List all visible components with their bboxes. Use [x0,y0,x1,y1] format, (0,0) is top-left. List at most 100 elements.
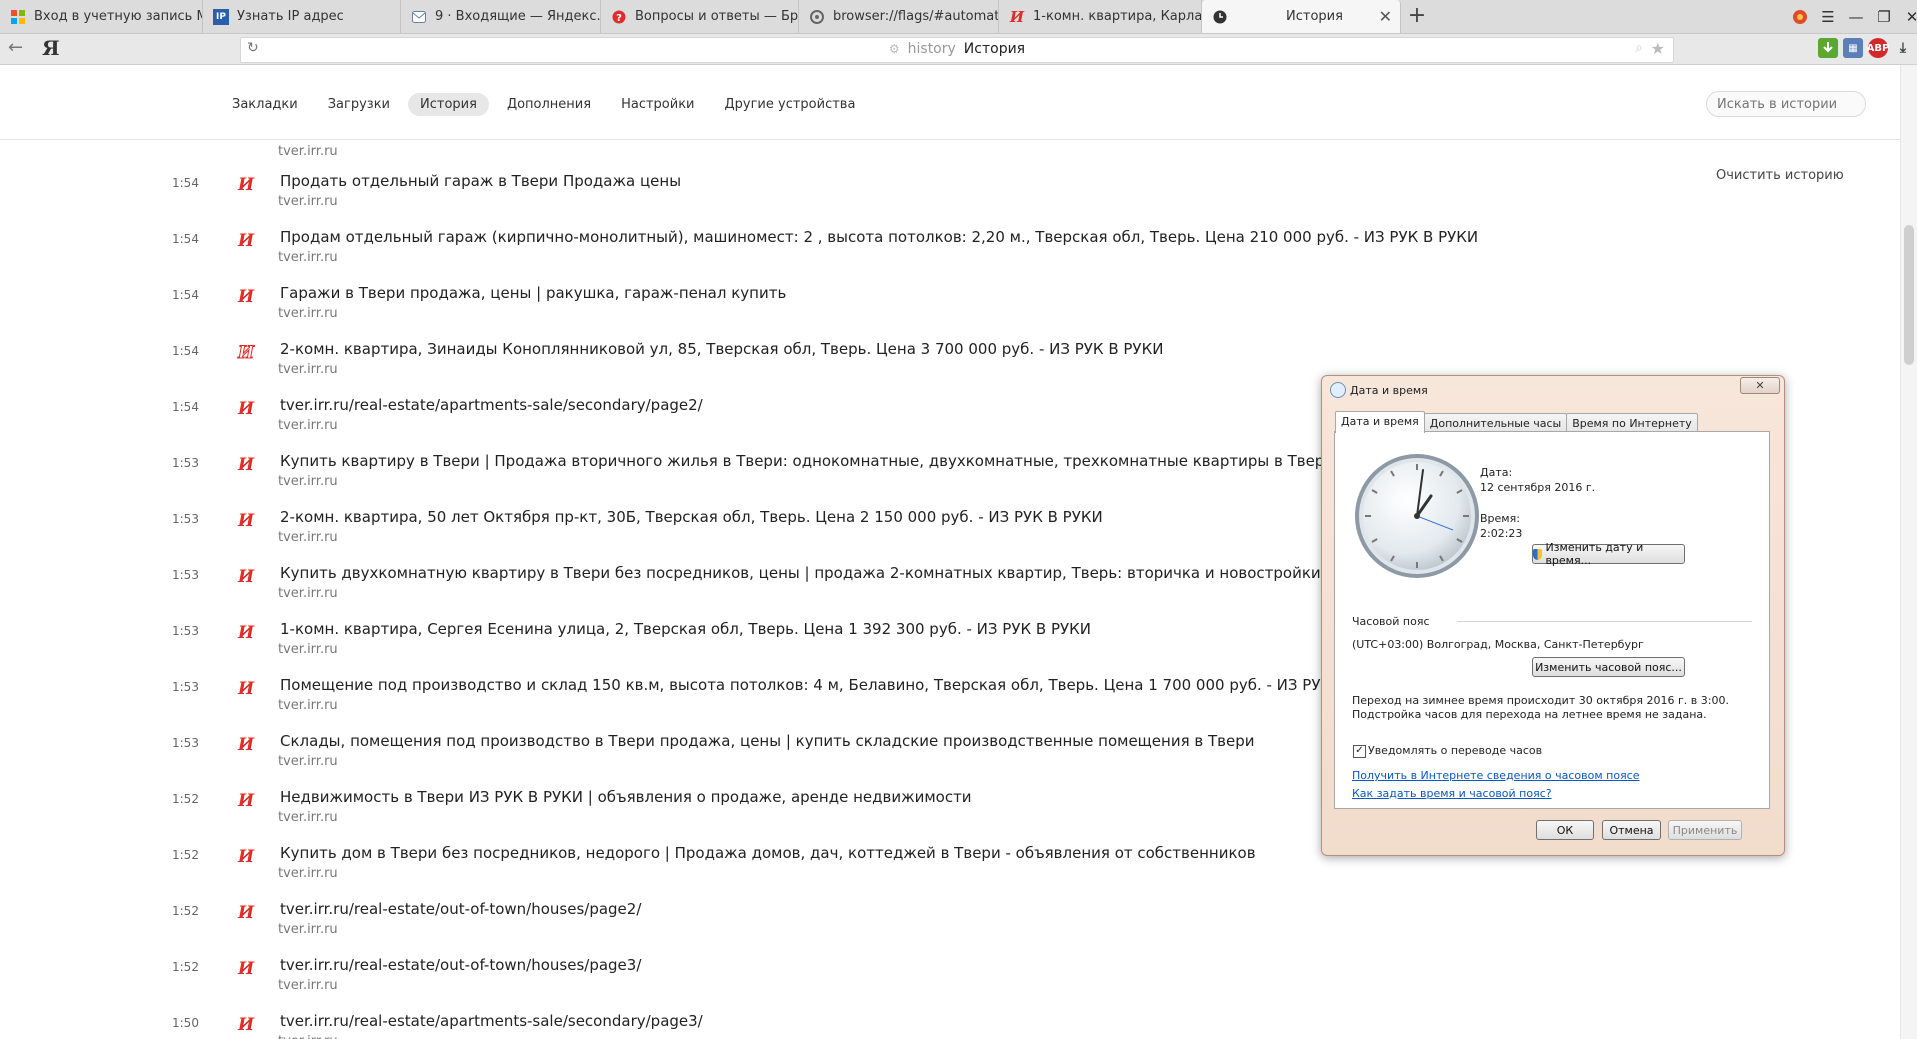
history-row[interactable]: 1:54 И Гаражи в Твери продажа, цены | раку… [0,276,1900,332]
history-row[interactable]: 1:52 Иtver.irr.ru/real-estate/out-of-town… [0,948,1900,1004]
history-title[interactable]: Недвижимость в Твери ИЗ РУК В РУКИ | объ… [280,788,972,806]
new-tab-button[interactable]: + [1404,3,1430,29]
history-title[interactable]: Купить дом в Твери без посредников, недо… [280,844,1256,862]
history-title[interactable]: tver.irr.ru/real-estate/apartments-sale/… [280,1012,703,1030]
tab-label: 1-комн. квартира, Карла М [1033,9,1201,24]
history-title[interactable]: tver.irr.ru/real-estate/out-of-town/hous… [280,956,641,974]
change-timezone-button[interactable]: Изменить часовой пояс... [1532,657,1685,677]
site-info-icon[interactable]: ⚙ [889,42,900,56]
history-time: 1:53 [172,456,199,470]
nav-history[interactable]: История [408,93,489,116]
history-title[interactable]: Склады, помещения под производство в Тве… [280,732,1255,750]
tab-label: 9 · Входящие — Яндекс.По [435,9,600,24]
history-title[interactable]: 1-комн. квартира, Сергея Есенина улица, … [280,620,1091,638]
history-row[interactable]: 1:50 Иtver.irr.ru/real-estate/apartments-… [0,1004,1900,1039]
url-protocol: history [907,41,956,57]
nav-downloads[interactable]: Загрузки [316,93,402,116]
extension-icon[interactable]: ▦ [1843,38,1863,58]
history-title[interactable]: Купить двухкомнатную квартиру в Твери бе… [280,564,1321,582]
history-time: 1:53 [172,512,199,526]
time-value: 2:02:23 [1480,527,1523,540]
zoom-icon[interactable]: ⌕ [1635,40,1643,56]
nav-other-devices[interactable]: Другие устройства [713,93,868,116]
history-domain: tver.irr.ru [278,922,338,937]
nav-bookmarks[interactable]: Закладки [220,93,310,116]
history-title[interactable]: 2-комн. квартира, 50 лет Октября пр-кт, … [280,508,1103,526]
tab-1[interactable]: IP Узнать IP адрес [203,0,401,33]
history-row[interactable]: 1:54 И Продать отдельный гараж в Твери Про… [0,164,1900,220]
history-time: 1:54 [172,232,199,246]
irr-icon: И [238,455,255,475]
uac-shield-icon [1533,548,1543,560]
tab-history-active[interactable]: История ✕ [1202,0,1401,33]
history-domain: tver.irr.ru [278,642,338,657]
history-time: 1:52 [172,960,199,974]
history-time: 1:53 [172,568,199,582]
tab-label: История [1286,9,1343,24]
history-title[interactable]: 2-комн. квартира, Зинаиды Коноплянниково… [280,340,1163,358]
history-title[interactable]: Помещение под производство и склад 150 к… [280,676,1391,694]
history-domain: tver.irr.ru [278,698,338,713]
cancel-button[interactable]: Отмена [1602,820,1661,840]
timezone-info-link[interactable]: Получить в Интернете сведения о часовом … [1352,769,1640,782]
bookmark-star-icon[interactable]: ★ [1651,39,1665,58]
close-tab-icon[interactable]: ✕ [1379,7,1392,26]
nav-extensions[interactable]: Дополнения [495,93,603,116]
tab-4[interactable]: browser://flags/#automatic- [799,0,999,33]
change-datetime-button[interactable]: Изменить дату и время... [1532,541,1685,567]
clear-history-link[interactable]: Очистить историю [1716,168,1844,183]
history-search-input[interactable] [1706,91,1866,117]
history-time: 1:54 [172,288,199,302]
settings-nav: Закладки Загрузки История Дополнения Нас… [220,93,867,116]
back-arrow-icon[interactable]: ← [8,37,23,58]
help-link[interactable]: Как задать время и часовой пояс? [1352,787,1552,800]
yandex-app-icon[interactable] [1786,3,1814,31]
adblock-icon[interactable]: ABP [1867,38,1889,58]
minimize-icon[interactable]: — [1842,3,1870,31]
history-domain: tver.irr.ru [278,1034,338,1039]
tab-2[interactable]: 9 · Входящие — Яндекс.По [401,0,601,33]
history-domain: tver.irr.ru [278,978,338,993]
history-title[interactable]: Продать отдельный гараж в Твери Продажа … [280,172,681,190]
yandex-logo[interactable]: Я [42,36,60,60]
history-title[interactable]: Купить квартиру в Твери | Продажа вторич… [280,452,1334,470]
dialog-close-button[interactable]: ✕ [1740,377,1780,394]
history-title[interactable]: Гаражи в Твери продажа, цены | ракушка, … [280,284,786,302]
tab-internet-time[interactable]: Время по Интернету [1566,413,1698,433]
close-window-icon[interactable]: ✕ [1898,3,1917,31]
scrollbar[interactable] [1900,65,1917,1039]
irr-icon: И [238,399,255,419]
address-bar[interactable]: ↻ ⚙ history История ⌕ ★ [240,37,1674,63]
history-domain: tver.irr.ru [278,250,338,265]
history-row[interactable]: 1:54 И Продам отдельный гараж (кирпично-мо… [0,220,1900,276]
notify-label: Уведомлять о переводе часов [1368,744,1543,757]
history-title[interactable]: Продам отдельный гараж (кирпично-монолит… [280,228,1478,246]
menu-icon[interactable]: ☰ [1814,3,1842,31]
history-title[interactable]: tver.irr.ru/real-estate/apartments-sale/… [280,396,703,414]
history-title[interactable]: tver.irr.ru/real-estate/out-of-town/hous… [280,900,641,918]
datetime-app-icon [1330,382,1346,398]
tab-0[interactable]: Вход в учетную запись Mai [0,0,203,33]
irr-icon: И [238,847,255,867]
irr-outline-icon: И [238,343,255,363]
ok-button[interactable]: ОК [1536,820,1594,840]
scrollbar-thumb[interactable] [1904,225,1914,365]
irr-icon: И [238,175,255,195]
history-time: 1:54 [172,344,199,358]
downloads-arrow-icon[interactable]: ⤓ [1893,38,1913,58]
history-time: 1:52 [172,848,199,862]
tab-additional-clocks[interactable]: Дополнительные часы [1423,413,1568,433]
tab-date-time[interactable]: Дата и время [1335,411,1425,433]
irr-icon: И [238,567,255,587]
apply-button[interactable]: Применить [1668,820,1742,840]
tab-3[interactable]: ? Вопросы и ответы — Брау [601,0,799,33]
download-icon[interactable] [1818,38,1838,58]
nav-settings[interactable]: Настройки [609,93,706,116]
history-row[interactable]: 1:52 Иtver.irr.ru/real-estate/out-of-town… [0,892,1900,948]
irr-icon: И [238,231,255,251]
tab-5[interactable]: И 1-комн. квартира, Карла М [999,0,1202,33]
address-text: ⚙ history История [241,41,1673,57]
history-domain: tver.irr.ru [278,418,338,433]
notify-checkbox[interactable]: ✓ [1353,745,1366,758]
maximize-icon[interactable]: ❐ [1870,3,1898,31]
